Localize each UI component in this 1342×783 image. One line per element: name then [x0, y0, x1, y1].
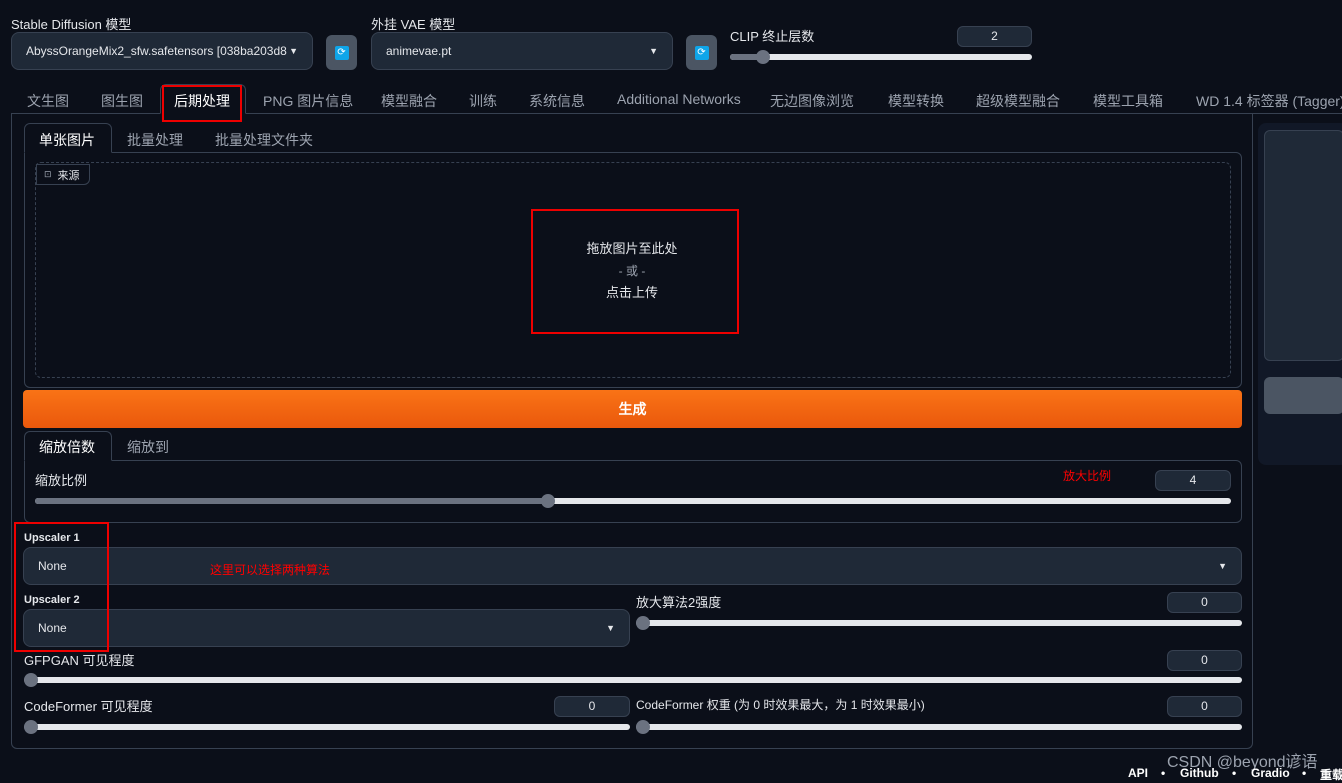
generate-button[interactable]: 生成 — [23, 390, 1242, 428]
chevron-down-icon: ▼ — [649, 46, 658, 56]
subtab-batch-folder[interactable]: 批量处理文件夹 — [215, 130, 313, 150]
tab-image-browser[interactable]: 无边图像浏览 — [770, 91, 854, 111]
scale-label: 缩放比例 — [35, 473, 88, 488]
highlight-box — [14, 522, 109, 652]
footer-reload-link[interactable]: 重载 — [1320, 766, 1342, 783]
separator: • — [1161, 766, 1166, 780]
tab-tagger[interactable]: WD 1.4 标签器 (Tagger) — [1196, 91, 1342, 111]
annotation-upscalers: 这里可以选择两种算法 — [210, 563, 331, 577]
refresh-icon: ⟳ — [334, 45, 349, 60]
tab-txt2img[interactable]: 文生图 — [27, 91, 69, 111]
output-button[interactable] — [1264, 377, 1342, 414]
slider-thumb[interactable] — [541, 494, 555, 508]
highlight-box — [531, 209, 739, 334]
gfpgan-label: GFPGAN 可见程度 — [24, 653, 135, 668]
model-dropdown[interactable]: AbyssOrangeMix2_sfw.safetensors [038ba20… — [11, 32, 313, 70]
tab-additional-networks[interactable]: Additional Networks — [617, 91, 741, 107]
image-icon: ⊡ — [44, 169, 52, 179]
slider-thumb[interactable] — [756, 50, 770, 64]
slider-thumb[interactable] — [24, 673, 38, 687]
refresh-icon: ⟳ — [694, 45, 709, 60]
gfpgan-slider[interactable] — [24, 673, 1242, 687]
slider-thumb[interactable] — [636, 616, 650, 630]
tab-model-convert[interactable]: 模型转换 — [888, 91, 944, 111]
codeformer-slider[interactable] — [24, 720, 630, 734]
model-value: AbyssOrangeMix2_sfw.safetensors [038ba20… — [26, 44, 287, 58]
vae-refresh-button[interactable]: ⟳ — [686, 35, 717, 70]
separator: • — [1232, 766, 1237, 780]
tab-train[interactable]: 训练 — [469, 91, 497, 111]
scale-slider[interactable] — [35, 494, 1231, 508]
chevron-down-icon: ▼ — [289, 46, 298, 56]
annotation-scale: 放大比例 — [1063, 469, 1112, 483]
vae-label: 外挂 VAE 模型 — [371, 17, 456, 32]
subtab-batch[interactable]: 批量处理 — [127, 130, 183, 150]
subtab-single[interactable]: 单张图片 — [39, 130, 95, 150]
gfpgan-input[interactable]: 0 — [1167, 650, 1242, 671]
chevron-down-icon: ▼ — [606, 623, 615, 633]
footer-gradio-link[interactable]: Gradio — [1251, 766, 1290, 780]
scale-number-input[interactable]: 4 — [1155, 470, 1231, 491]
tab-model-toolkit[interactable]: 模型工具箱 — [1093, 91, 1163, 111]
tab-scale-to[interactable]: 缩放到 — [127, 437, 169, 457]
tab-png-info[interactable]: PNG 图片信息 — [263, 91, 353, 111]
codeformer-weight-slider[interactable] — [636, 720, 1242, 734]
source-label: ⊡ 来源 — [36, 164, 90, 185]
upscaler1-dropdown[interactable]: None ▼ — [23, 547, 1242, 585]
codeformer-weight-input[interactable]: 0 — [1167, 696, 1242, 717]
output-gallery — [1264, 130, 1342, 361]
footer-api-link[interactable]: API — [1128, 766, 1148, 780]
scale-panel — [24, 460, 1242, 523]
codeformer-input[interactable]: 0 — [554, 696, 630, 717]
chevron-down-icon: ▼ — [1218, 561, 1227, 571]
slider-thumb[interactable] — [636, 720, 650, 734]
codeformer-label: CodeFormer 可见程度 — [24, 699, 153, 714]
vae-value: animevae.pt — [386, 44, 452, 58]
vae-dropdown[interactable]: animevae.pt ▼ — [371, 32, 673, 70]
clip-number-input[interactable]: 2 — [957, 26, 1032, 47]
footer-github-link[interactable]: Github — [1180, 766, 1219, 780]
upscaler2-strength-label: 放大算法2强度 — [636, 595, 722, 610]
tab-img2img[interactable]: 图生图 — [101, 91, 143, 111]
clip-label: CLIP 终止层数 — [730, 29, 815, 44]
model-refresh-button[interactable]: ⟳ — [326, 35, 357, 70]
model-label: Stable Diffusion 模型 — [11, 17, 132, 32]
clip-slider[interactable] — [730, 50, 1032, 64]
tab-model-merge[interactable]: 模型融合 — [381, 91, 437, 111]
tab-scale-by[interactable]: 缩放倍数 — [39, 437, 95, 457]
upscaler2-strength-input[interactable]: 0 — [1167, 592, 1242, 613]
tab-super-merge[interactable]: 超级模型融合 — [976, 91, 1060, 111]
slider-thumb[interactable] — [24, 720, 38, 734]
tab-system-info[interactable]: 系统信息 — [529, 91, 585, 111]
upscaler2-strength-slider[interactable] — [636, 616, 1242, 630]
separator: • — [1302, 766, 1307, 780]
codeformer-weight-label: CodeFormer 权重 (为 0 时效果最大，为 1 时效果最小) — [636, 698, 925, 712]
upscaler2-dropdown[interactable]: None ▼ — [23, 609, 630, 647]
